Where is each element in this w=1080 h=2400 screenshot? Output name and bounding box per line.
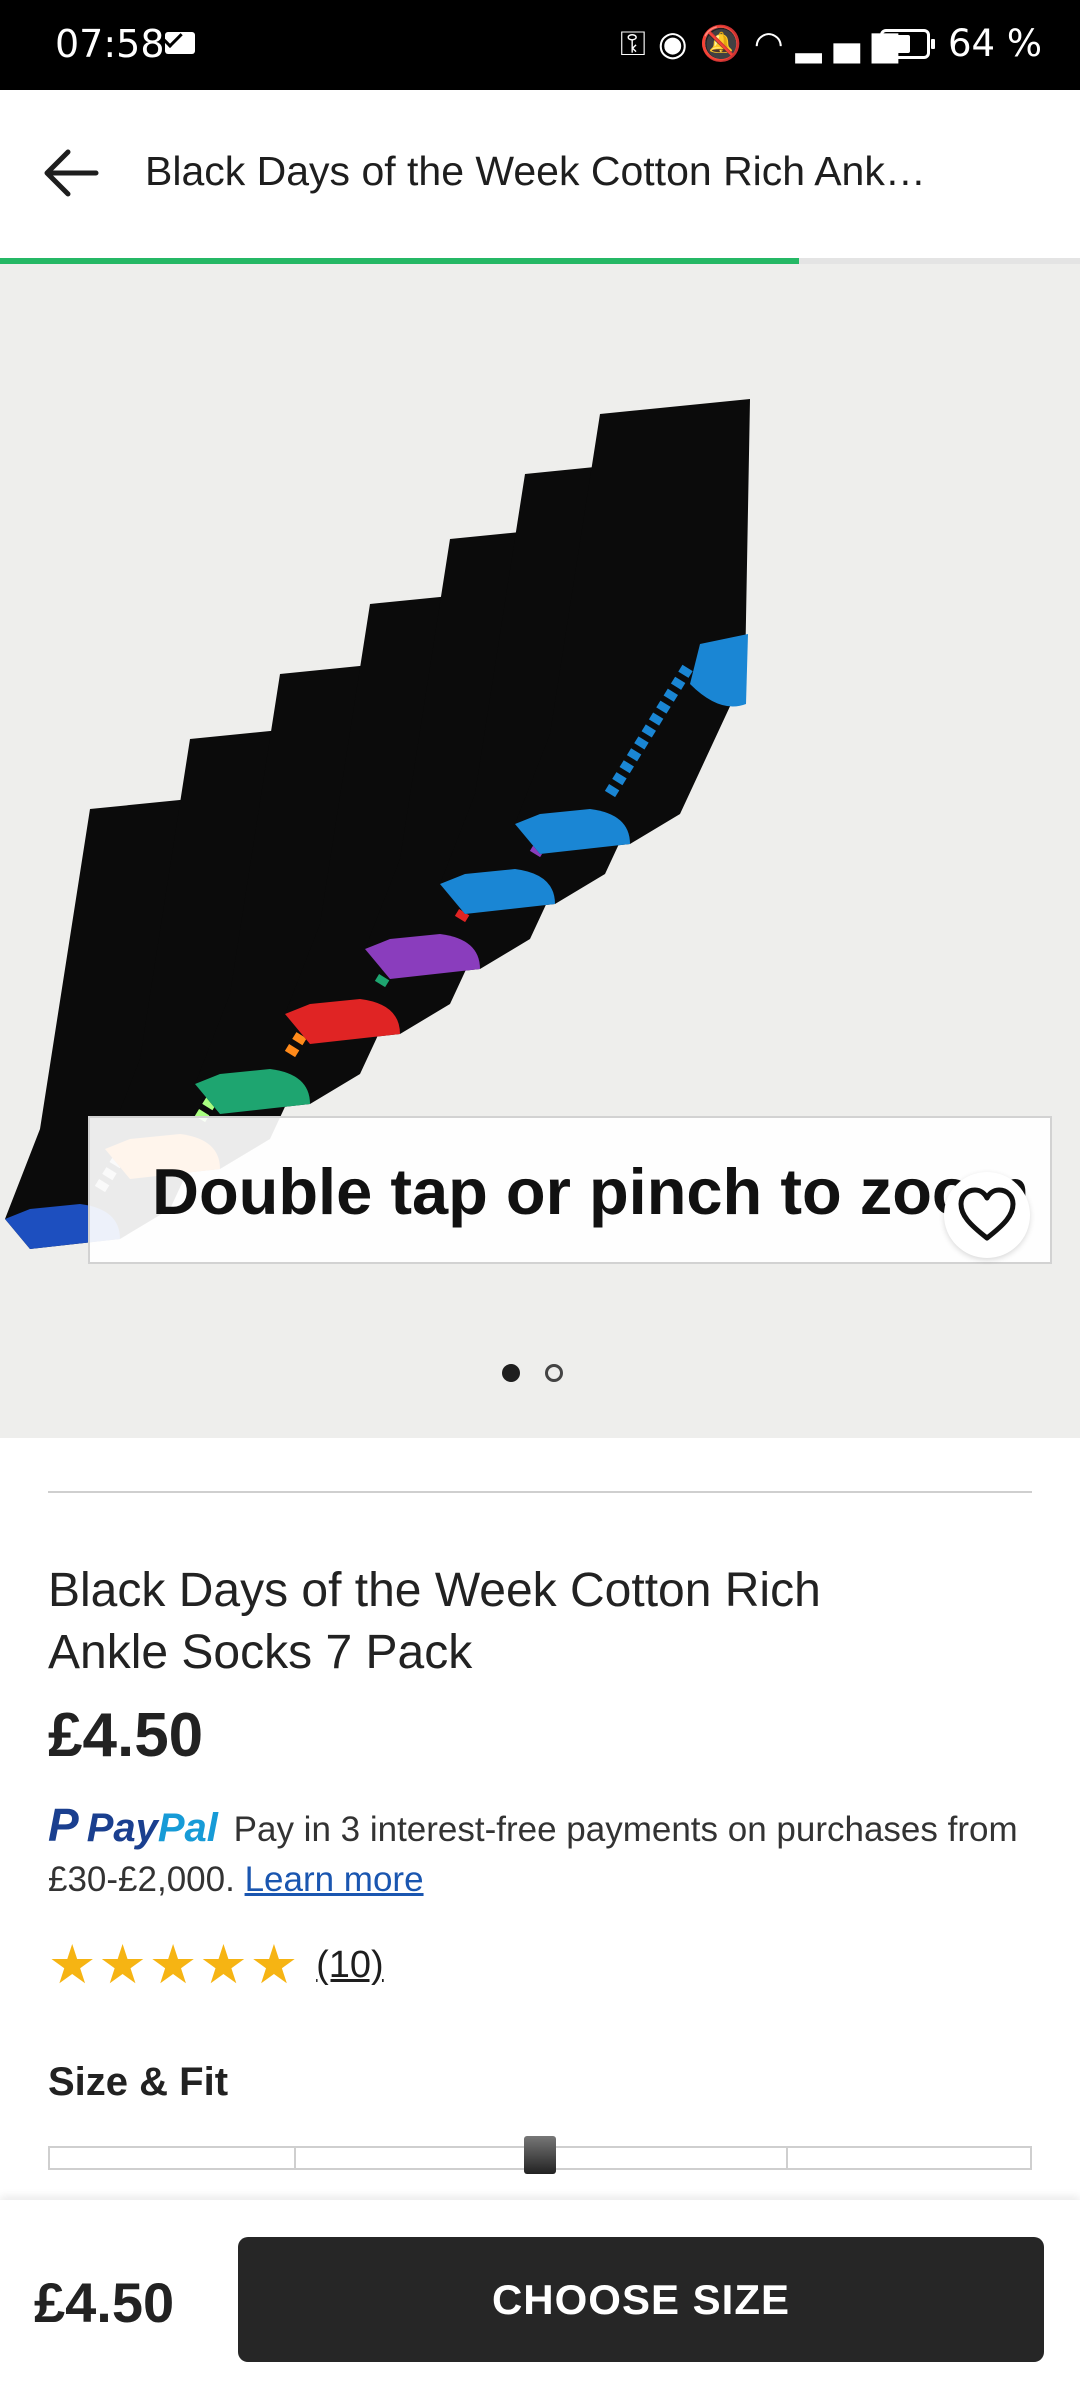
gallery-pagination — [502, 1364, 588, 1382]
paypal-message: P PayPal Pay in 3 interest-free payments … — [48, 1800, 1038, 1905]
product-image-gallery[interactable]: Double tap or pinch to zoom — [0, 264, 1080, 1438]
battery-percent: 64 % — [948, 22, 1042, 65]
star-icon: ★ — [249, 1935, 299, 1995]
scale-divider — [786, 2148, 788, 2168]
star-icon: ★ — [148, 1935, 198, 1995]
choose-size-button[interactable]: CHOOSE SIZE — [238, 2237, 1044, 2362]
star-icon: ★ — [98, 1935, 147, 1995]
section-divider — [48, 1491, 1032, 1493]
rating-stars: ★★★★★ — [48, 1935, 300, 1995]
page-title: Black Days of the Week Cotton Rich Ank… — [145, 148, 926, 194]
battery-icon — [880, 29, 935, 59]
system-icons: ⚿◉🔕◠▂▄▆ — [620, 24, 910, 64]
zoom-hint: Double tap or pinch to zoom — [88, 1116, 1052, 1264]
paypal-icon: P — [48, 1799, 79, 1851]
bottom-bar: £4.50 CHOOSE SIZE — [0, 2200, 1080, 2400]
key-icon: ⚿ — [619, 24, 658, 64]
page-dot-2[interactable] — [545, 1364, 563, 1382]
size-fit-scale — [48, 2136, 1032, 2174]
bell-off-icon: 🔕 — [699, 24, 754, 64]
heart-outline-icon — [958, 1187, 1016, 1241]
star-icon: ★ — [48, 1935, 97, 1995]
status-bar: 07:58 ⚿◉🔕◠▂▄▆ 64 % — [0, 0, 1080, 90]
arrow-left-icon[interactable] — [38, 140, 104, 206]
review-count[interactable]: (10) — [316, 1935, 384, 1995]
size-fit-label: Size & Fit — [48, 2060, 229, 2104]
star-icon: ★ — [199, 1935, 248, 1995]
battery-level — [886, 35, 911, 53]
product-name: Black Days of the Week Cotton Rich Ankle… — [48, 1564, 821, 1679]
scale-divider — [294, 2148, 296, 2168]
bottom-price: £4.50 — [34, 2271, 175, 2334]
learn-more-link[interactable]: Learn more — [245, 1860, 424, 1899]
zoom-hint-text: Double tap or pinch to zoom — [152, 1155, 1030, 1228]
page-dot-1[interactable] — [502, 1364, 520, 1382]
rating[interactable]: ★★★★★ (10) — [48, 1935, 384, 1995]
paypal-logo: P PayPal — [48, 1799, 218, 1851]
product-price: £4.50 — [48, 1701, 204, 1770]
wishlist-button[interactable] — [944, 1172, 1030, 1258]
wifi-icon: ◠ — [753, 24, 796, 64]
app-bar: Black Days of the Week Cotton Rich Ank… — [0, 90, 1080, 258]
mail-icon — [165, 32, 195, 54]
eye-icon: ◉ — [657, 24, 700, 64]
clock: 07:58 — [55, 22, 165, 66]
size-fit-indicator — [524, 2136, 556, 2174]
